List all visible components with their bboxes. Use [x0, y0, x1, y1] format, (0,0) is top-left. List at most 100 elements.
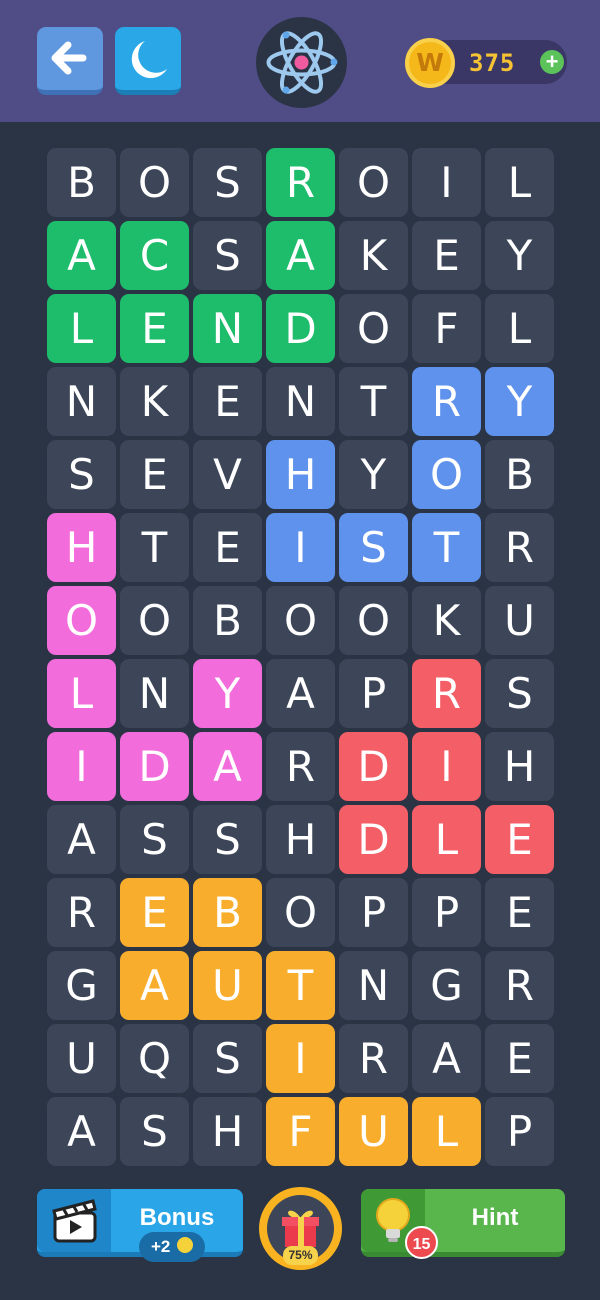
- grid-cell-r12-c5[interactable]: A: [412, 1024, 481, 1093]
- grid-cell-r9-c1[interactable]: S: [120, 805, 189, 874]
- grid-cell-r4-c5[interactable]: O: [412, 440, 481, 509]
- grid-cell-r8-c1[interactable]: D: [120, 732, 189, 801]
- grid-cell-r6-c2[interactable]: B: [193, 586, 262, 655]
- grid-cell-r12-c0[interactable]: U: [47, 1024, 116, 1093]
- grid-cell-r10-c1[interactable]: E: [120, 878, 189, 947]
- hint-button[interactable]: Hint 15: [361, 1189, 565, 1259]
- grid-cell-r13-c5[interactable]: L: [412, 1097, 481, 1166]
- grid-cell-r2-c6[interactable]: L: [485, 294, 554, 363]
- grid-cell-r4-c4[interactable]: Y: [339, 440, 408, 509]
- grid-cell-r0-c0[interactable]: B: [47, 148, 116, 217]
- theme-toggle-button[interactable]: [115, 27, 181, 95]
- grid-cell-r3-c2[interactable]: E: [193, 367, 262, 436]
- grid-cell-r2-c5[interactable]: F: [412, 294, 481, 363]
- grid-cell-r7-c5[interactable]: R: [412, 659, 481, 728]
- grid-cell-r7-c2[interactable]: Y: [193, 659, 262, 728]
- grid-cell-r12-c3[interactable]: I: [266, 1024, 335, 1093]
- grid-cell-r13-c3[interactable]: F: [266, 1097, 335, 1166]
- grid-cell-r9-c0[interactable]: A: [47, 805, 116, 874]
- grid-cell-r10-c5[interactable]: P: [412, 878, 481, 947]
- grid-cell-r0-c3[interactable]: R: [266, 148, 335, 217]
- grid-cell-r0-c4[interactable]: O: [339, 148, 408, 217]
- grid-cell-r2-c4[interactable]: O: [339, 294, 408, 363]
- grid-cell-r8-c2[interactable]: A: [193, 732, 262, 801]
- grid-cell-r5-c5[interactable]: T: [412, 513, 481, 582]
- grid-cell-r5-c6[interactable]: R: [485, 513, 554, 582]
- grid-cell-r3-c4[interactable]: T: [339, 367, 408, 436]
- back-button[interactable]: [37, 27, 103, 95]
- grid-cell-r4-c3[interactable]: H: [266, 440, 335, 509]
- grid-cell-r0-c1[interactable]: O: [120, 148, 189, 217]
- grid-cell-r1-c2[interactable]: S: [193, 221, 262, 290]
- grid-cell-r6-c4[interactable]: O: [339, 586, 408, 655]
- grid-cell-r10-c6[interactable]: E: [485, 878, 554, 947]
- grid-cell-r8-c6[interactable]: H: [485, 732, 554, 801]
- grid-cell-r4-c6[interactable]: B: [485, 440, 554, 509]
- grid-cell-r1-c6[interactable]: Y: [485, 221, 554, 290]
- grid-cell-r4-c0[interactable]: S: [47, 440, 116, 509]
- grid-cell-r9-c3[interactable]: H: [266, 805, 335, 874]
- grid-cell-r0-c2[interactable]: S: [193, 148, 262, 217]
- grid-cell-r2-c2[interactable]: N: [193, 294, 262, 363]
- grid-cell-r11-c5[interactable]: G: [412, 951, 481, 1020]
- grid-cell-r9-c5[interactable]: L: [412, 805, 481, 874]
- grid-cell-r9-c6[interactable]: E: [485, 805, 554, 874]
- grid-cell-r6-c6[interactable]: U: [485, 586, 554, 655]
- grid-cell-r8-c3[interactable]: R: [266, 732, 335, 801]
- gift-progress-button[interactable]: 75%: [259, 1187, 342, 1270]
- grid-cell-r5-c0[interactable]: H: [47, 513, 116, 582]
- grid-cell-r5-c2[interactable]: E: [193, 513, 262, 582]
- grid-cell-r12-c4[interactable]: R: [339, 1024, 408, 1093]
- grid-cell-r13-c4[interactable]: U: [339, 1097, 408, 1166]
- grid-cell-r7-c1[interactable]: N: [120, 659, 189, 728]
- grid-cell-r6-c3[interactable]: O: [266, 586, 335, 655]
- grid-cell-r13-c1[interactable]: S: [120, 1097, 189, 1166]
- grid-cell-r1-c3[interactable]: A: [266, 221, 335, 290]
- grid-cell-r0-c6[interactable]: L: [485, 148, 554, 217]
- grid-cell-r11-c1[interactable]: A: [120, 951, 189, 1020]
- grid-cell-r13-c2[interactable]: H: [193, 1097, 262, 1166]
- grid-cell-r7-c6[interactable]: S: [485, 659, 554, 728]
- grid-cell-r6-c0[interactable]: O: [47, 586, 116, 655]
- grid-cell-r1-c0[interactable]: A: [47, 221, 116, 290]
- grid-cell-r11-c0[interactable]: G: [47, 951, 116, 1020]
- grid-cell-r11-c6[interactable]: R: [485, 951, 554, 1020]
- grid-cell-r9-c4[interactable]: D: [339, 805, 408, 874]
- grid-cell-r9-c2[interactable]: S: [193, 805, 262, 874]
- grid-cell-r5-c4[interactable]: S: [339, 513, 408, 582]
- grid-cell-r10-c0[interactable]: R: [47, 878, 116, 947]
- grid-cell-r1-c1[interactable]: C: [120, 221, 189, 290]
- grid-cell-r12-c1[interactable]: Q: [120, 1024, 189, 1093]
- grid-cell-r0-c5[interactable]: I: [412, 148, 481, 217]
- grid-cell-r1-c4[interactable]: K: [339, 221, 408, 290]
- grid-cell-r10-c3[interactable]: O: [266, 878, 335, 947]
- grid-cell-r10-c2[interactable]: B: [193, 878, 262, 947]
- grid-cell-r4-c1[interactable]: E: [120, 440, 189, 509]
- grid-cell-r13-c0[interactable]: A: [47, 1097, 116, 1166]
- grid-cell-r5-c1[interactable]: T: [120, 513, 189, 582]
- grid-cell-r2-c1[interactable]: E: [120, 294, 189, 363]
- grid-cell-r5-c3[interactable]: I: [266, 513, 335, 582]
- grid-cell-r13-c6[interactable]: P: [485, 1097, 554, 1166]
- grid-cell-r6-c5[interactable]: K: [412, 586, 481, 655]
- grid-cell-r2-c0[interactable]: L: [47, 294, 116, 363]
- grid-cell-r6-c1[interactable]: O: [120, 586, 189, 655]
- grid-cell-r1-c5[interactable]: E: [412, 221, 481, 290]
- grid-cell-r3-c3[interactable]: N: [266, 367, 335, 436]
- grid-cell-r8-c5[interactable]: I: [412, 732, 481, 801]
- grid-cell-r3-c6[interactable]: Y: [485, 367, 554, 436]
- bonus-button[interactable]: Bonus +2: [37, 1189, 243, 1262]
- grid-cell-r8-c4[interactable]: D: [339, 732, 408, 801]
- grid-cell-r12-c6[interactable]: E: [485, 1024, 554, 1093]
- grid-cell-r4-c2[interactable]: V: [193, 440, 262, 509]
- grid-cell-r11-c2[interactable]: U: [193, 951, 262, 1020]
- grid-cell-r12-c2[interactable]: S: [193, 1024, 262, 1093]
- grid-cell-r3-c5[interactable]: R: [412, 367, 481, 436]
- grid-cell-r2-c3[interactable]: D: [266, 294, 335, 363]
- grid-cell-r3-c0[interactable]: N: [47, 367, 116, 436]
- grid-cell-r3-c1[interactable]: K: [120, 367, 189, 436]
- grid-cell-r11-c4[interactable]: N: [339, 951, 408, 1020]
- grid-cell-r8-c0[interactable]: I: [47, 732, 116, 801]
- grid-cell-r7-c4[interactable]: P: [339, 659, 408, 728]
- add-coins-button[interactable]: +: [540, 50, 564, 74]
